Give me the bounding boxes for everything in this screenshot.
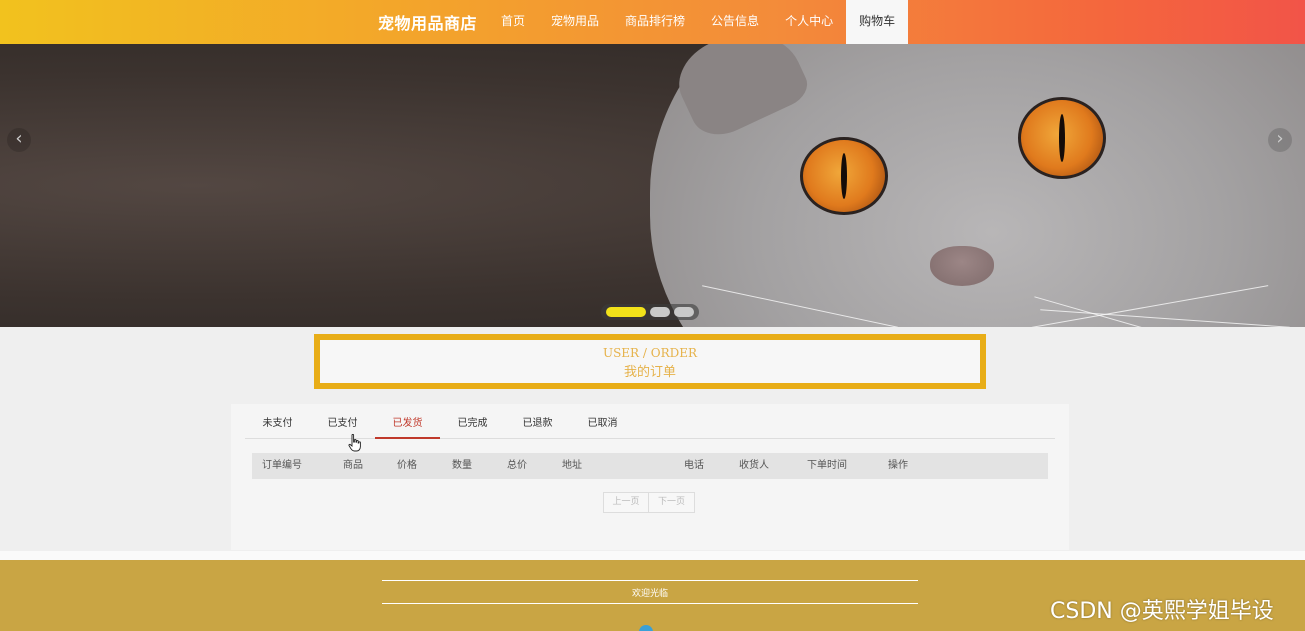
pagination: 上一页 下一页 [603,492,695,513]
top-navbar: 宠物用品商店 首页 宠物用品 商品排行榜 公告信息 个人中心 购物车 [0,0,1305,44]
site-brand[interactable]: 宠物用品商店 [378,10,477,34]
column-header-quantity: 数量 [452,460,472,471]
tab-unpaid[interactable]: 未支付 [245,404,310,439]
footer-divider-strip [0,551,1305,560]
nav-item-announcements[interactable]: 公告信息 [698,0,772,44]
order-status-tabs: 未支付 已支付 已发货 已完成 已退款 已取消 [245,404,1055,439]
cat-eye-left [800,137,888,215]
section-title-cn: 我的订单 [623,365,676,380]
tab-cancelled[interactable]: 已取消 [570,404,635,439]
column-header-actions: 操作 [888,460,908,471]
carousel-dot-2[interactable] [650,307,670,317]
tab-paid[interactable]: 已支付 [310,404,375,439]
carousel-dot-1[interactable] [606,307,646,317]
order-panel: 未支付 已支付 已发货 已完成 已退款 已取消 订单编号 商品 价格 数量 总价… [231,404,1069,550]
column-header-address: 地址 [562,460,582,471]
carousel-indicators [601,304,699,320]
cat-nose [930,246,994,286]
column-header-price: 价格 [397,460,417,471]
nav-item-ranking[interactable]: 商品排行榜 [612,0,698,44]
chevron-left-icon[interactable]: ‹ [7,128,31,152]
section-title-box: USER / ORDER 我的订单 [314,334,986,389]
column-header-total: 总价 [507,460,527,471]
column-header-phone: 电话 [684,460,704,471]
order-table-header: 订单编号 商品 价格 数量 总价 地址 电话 收货人 下单时间 操作 [252,453,1048,479]
nav-item-cart[interactable]: 购物车 [846,0,909,44]
main-nav: 首页 宠物用品 商品排行榜 公告信息 个人中心 购物车 [488,0,909,44]
chevron-right-icon[interactable]: › [1268,128,1292,152]
footer-line-top [382,580,918,581]
section-title-en: USER / ORDER [602,346,698,360]
tab-refunded[interactable]: 已退款 [505,404,570,439]
footer-badge-icon [639,625,653,631]
nav-item-home[interactable]: 首页 [488,0,538,44]
tab-shipped[interactable]: 已发货 [375,404,440,439]
carousel-dot-3[interactable] [674,307,694,317]
column-header-order-time: 下单时间 [807,460,847,471]
tab-completed[interactable]: 已完成 [440,404,505,439]
next-page-button[interactable]: 下一页 [649,492,695,513]
footer-welcome-text: 欢迎光临 [631,589,668,599]
column-header-receiver: 收货人 [739,460,769,471]
footer-line-bottom [382,603,918,604]
csdn-watermark: CSDN @英熙学姐毕设 [1050,599,1274,624]
nav-item-pet-supplies[interactable]: 宠物用品 [538,0,612,44]
hand-pointer-icon [348,434,361,452]
banner-carousel: ‹ › [0,44,1305,327]
column-header-order-no: 订单编号 [262,460,302,471]
cat-eye-right [1018,97,1106,179]
nav-item-user-center[interactable]: 个人中心 [772,0,846,44]
prev-page-button[interactable]: 上一页 [603,492,649,513]
column-header-product: 商品 [343,460,363,471]
